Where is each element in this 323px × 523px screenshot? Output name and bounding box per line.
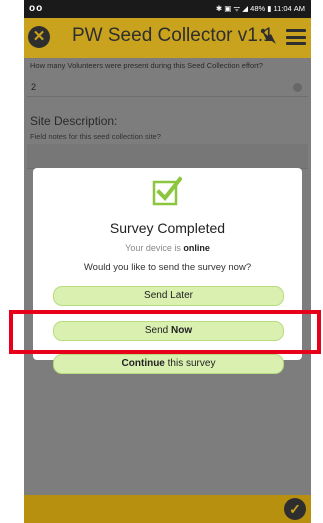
send-question: Would you like to send the survey now?: [83, 262, 252, 273]
survey-complete-icon: [152, 176, 182, 206]
hamburger-menu-icon[interactable]: [286, 29, 306, 45]
close-icon[interactable]: ✕: [28, 26, 50, 48]
status-left-icons: oo: [29, 3, 44, 14]
status-right-info: ✱ ▣ ᯤ ◢ 48% ▮ 11:04 AM: [215, 4, 305, 13]
app-title: PW Seed Collector v1.1: [72, 25, 274, 46]
status-bar: oo ✱ ▣ ᯤ ◢ 48% ▮ 11:04 AM: [24, 0, 311, 18]
dialog-title: Survey Completed: [109, 220, 226, 236]
send-later-button[interactable]: Send Later: [53, 286, 284, 306]
device-status-prefix: Your device is: [125, 243, 184, 253]
continue-suffix: this survey: [164, 358, 216, 369]
device-status-text: Your device is online: [33, 243, 302, 253]
device-status-value: online: [183, 243, 210, 253]
checkmark-icon[interactable]: ✓: [284, 498, 306, 520]
tool-icon[interactable]: [259, 27, 279, 47]
continue-survey-button[interactable]: Continue this survey: [53, 354, 284, 374]
highlight-box: [9, 310, 321, 354]
footer-bar: ✓: [24, 495, 311, 523]
continue-bold: Continue: [121, 358, 165, 369]
app-header: ✕ PW Seed Collector v1.1: [24, 18, 311, 58]
phone-screen: oo ✱ ▣ ᯤ ◢ 48% ▮ 11:04 AM ✕ PW Seed Coll…: [24, 0, 311, 523]
